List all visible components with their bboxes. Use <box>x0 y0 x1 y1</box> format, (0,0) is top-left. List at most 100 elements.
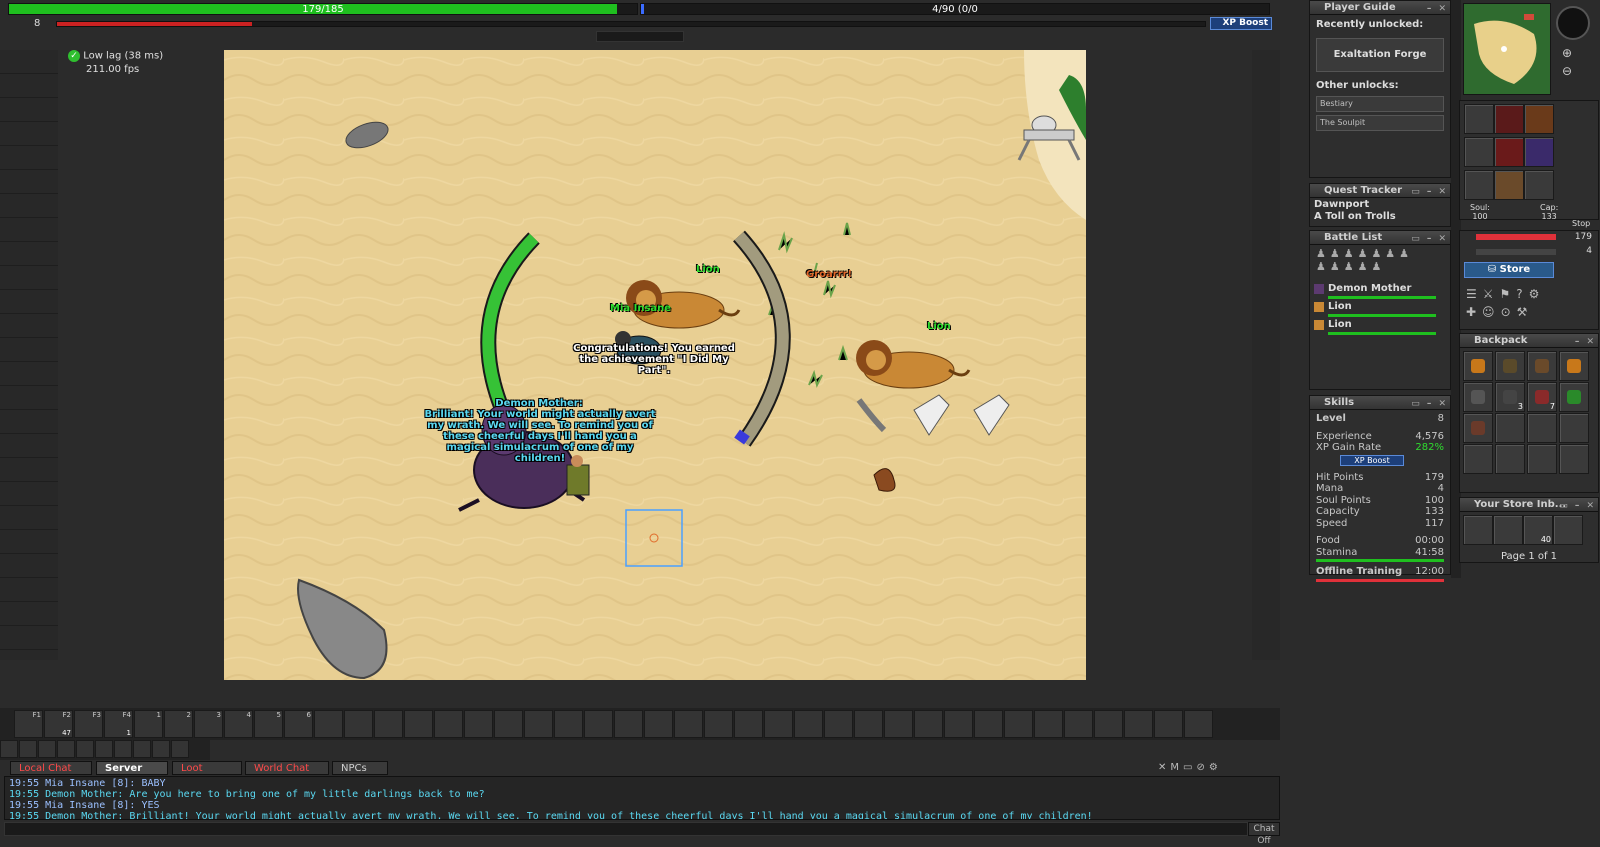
backpack-slot[interactable] <box>1527 413 1557 443</box>
hotkey-slot[interactable] <box>854 710 883 738</box>
chat-tab[interactable]: Local Chat <box>10 761 92 775</box>
compass-icon[interactable] <box>1556 6 1590 40</box>
spell-slot[interactable] <box>133 740 151 758</box>
inbox-item-slot[interactable] <box>1463 515 1493 545</box>
backpack-slot[interactable] <box>1527 444 1557 474</box>
minimap[interactable] <box>1463 3 1551 95</box>
control-buttons[interactable]: ☰⚔⚑?⚙ ✚☺⊙⚒ <box>1460 281 1598 325</box>
ignore-icon[interactable]: ⊘ <box>1196 762 1208 773</box>
chat-input[interactable] <box>4 822 1248 836</box>
unlock-item[interactable]: The Soulpit <box>1316 115 1444 131</box>
window-controls[interactable]: ▭ – ✕ <box>1411 185 1448 199</box>
hotkey-slot[interactable]: 2 <box>164 710 193 738</box>
backpack-slot[interactable]: 7 <box>1527 382 1557 412</box>
hotkey-slot[interactable]: 6 <box>284 710 313 738</box>
hotkey-slot[interactable]: F4 1 <box>104 710 133 738</box>
spell-slot[interactable] <box>114 740 132 758</box>
spell-slot[interactable] <box>38 740 56 758</box>
battle-entry[interactable]: Demon Mother <box>1310 283 1450 301</box>
battle-entry[interactable]: Lion <box>1310 319 1450 337</box>
sidebar-slot[interactable] <box>0 602 58 626</box>
backpack-slot[interactable] <box>1495 351 1525 381</box>
hotkey-slot[interactable] <box>554 710 583 738</box>
sidebar-slot[interactable] <box>0 266 58 290</box>
xp-boost-button[interactable]: XP Boost <box>1210 17 1272 30</box>
inbox-item-slot[interactable] <box>1553 515 1583 545</box>
stop-button[interactable]: Stop <box>1572 219 1590 228</box>
hotkey-slot[interactable] <box>674 710 703 738</box>
battle-entry[interactable]: Lion <box>1310 301 1450 319</box>
battle-filters[interactable]: ♟♟♟♟♟♟♟ ♟♟♟♟♟ <box>1310 245 1450 283</box>
window-controls[interactable]: ▭ – ✕ <box>1411 232 1448 246</box>
backpack-slot[interactable] <box>1463 382 1493 412</box>
hotkey-slot[interactable]: 3 <box>194 710 223 738</box>
weapon-slot[interactable] <box>1464 137 1494 167</box>
sidebar-slot[interactable] <box>0 218 58 242</box>
window-controls[interactable]: – ✕ <box>1427 2 1448 16</box>
window-controls[interactable]: ▭ – ✕ <box>1559 499 1596 513</box>
armor-slot[interactable] <box>1494 137 1524 167</box>
spell-slot[interactable] <box>57 740 75 758</box>
sidebar-slot[interactable] <box>0 338 58 362</box>
hotkey-slot[interactable]: F3 <box>74 710 103 738</box>
sidebar-slot[interactable] <box>0 482 58 506</box>
unlock-item[interactable]: Bestiary <box>1316 96 1444 112</box>
chat-off-button[interactable]: Chat Off <box>1248 822 1280 846</box>
hotkey-slot[interactable] <box>794 710 823 738</box>
spell-slot[interactable] <box>95 740 113 758</box>
sidebar-slot[interactable] <box>0 458 58 482</box>
hotkey-slot[interactable] <box>824 710 853 738</box>
backpack-slot[interactable] <box>1463 413 1493 443</box>
settings-icon[interactable]: ⚙ <box>1209 762 1222 773</box>
hotkey-slot[interactable]: 5 <box>254 710 283 738</box>
hotkey-slot[interactable] <box>584 710 613 738</box>
sidebar-slot[interactable] <box>0 194 58 218</box>
chat-tab[interactable]: World Chat <box>245 761 329 775</box>
backpack-slot[interactable] <box>1559 382 1589 412</box>
hotkey-slot[interactable] <box>524 710 553 738</box>
window-controls[interactable]: – ✕ <box>1575 335 1596 349</box>
hotkey-slot[interactable] <box>614 710 643 738</box>
ammo-slot[interactable] <box>1524 170 1554 200</box>
hotkey-slot[interactable]: 1 <box>134 710 163 738</box>
hotkey-slot[interactable] <box>314 710 343 738</box>
inbox-item-slot[interactable] <box>1493 515 1523 545</box>
amulet-slot[interactable] <box>1464 104 1494 134</box>
hotkey-slot[interactable] <box>914 710 943 738</box>
hotkey-slot[interactable] <box>1124 710 1153 738</box>
spell-slot[interactable] <box>76 740 94 758</box>
chat-tab[interactable]: NPCs <box>332 761 388 775</box>
sidebar-slot[interactable] <box>0 434 58 458</box>
backpack-slot[interactable] <box>1559 351 1589 381</box>
zoom-in-icon[interactable]: ⊕ <box>1562 46 1572 60</box>
hotkey-slot[interactable] <box>1094 710 1123 738</box>
store-button[interactable]: ⛁ Store <box>1464 262 1554 278</box>
sidebar-slot[interactable] <box>0 74 58 98</box>
quest-name[interactable]: A Toll on Trolls <box>1310 211 1450 222</box>
hotkey-slot[interactable] <box>644 710 673 738</box>
hotkey-slot[interactable] <box>734 710 763 738</box>
backpack-slot[interactable] <box>1495 413 1525 443</box>
hotkey-slot[interactable] <box>374 710 403 738</box>
hotkey-slot[interactable] <box>344 710 373 738</box>
ring-slot[interactable] <box>1464 170 1494 200</box>
spell-slot[interactable] <box>0 740 18 758</box>
backpack-slot[interactable] <box>1527 351 1557 381</box>
zoom-out-icon[interactable]: ⊖ <box>1562 64 1572 78</box>
sidebar-slot[interactable] <box>0 554 58 578</box>
sidebar-slot[interactable] <box>0 314 58 338</box>
spell-slot[interactable] <box>171 740 189 758</box>
backpack-slot[interactable] <box>1559 413 1589 443</box>
mute-icon[interactable]: M <box>1170 762 1183 773</box>
close-channel-icon[interactable]: ✕ <box>1158 762 1170 773</box>
backpack-slot[interactable] <box>1559 444 1589 474</box>
skills-xp-boost-button[interactable]: XP Boost <box>1340 454 1404 466</box>
sidebar-slot[interactable] <box>0 362 58 386</box>
backpack-slot[interactable] <box>1524 104 1554 134</box>
hotkey-slot[interactable] <box>494 710 523 738</box>
shield-slot[interactable] <box>1524 137 1554 167</box>
sidebar-slot[interactable] <box>0 290 58 314</box>
spell-slot[interactable] <box>152 740 170 758</box>
backpack-slot[interactable] <box>1463 351 1493 381</box>
sidebar-slot[interactable] <box>0 98 58 122</box>
